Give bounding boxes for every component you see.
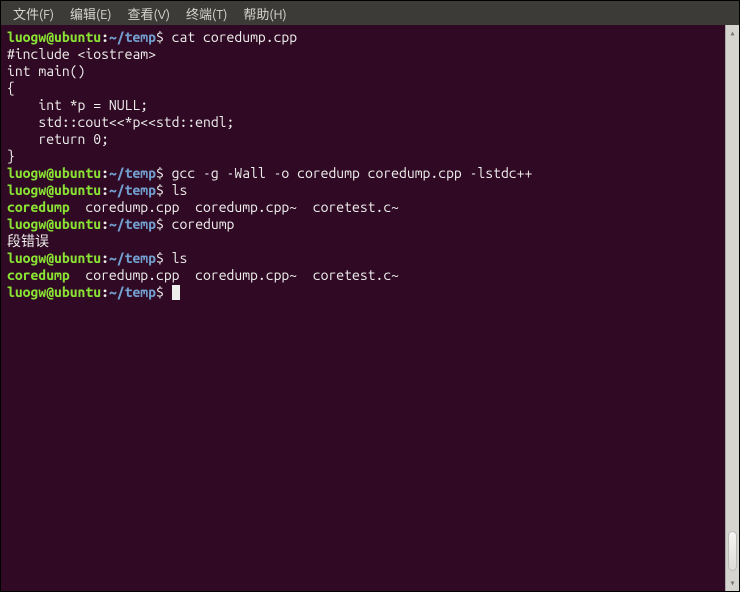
- ls-output: coredump.cpp coredump.cpp~ coretest.c~: [70, 199, 399, 215]
- command-text: [164, 284, 172, 300]
- command-text: cat coredump.cpp: [164, 29, 297, 45]
- prompt-dollar: $: [156, 29, 164, 45]
- executable-name: coredump: [7, 199, 70, 215]
- command-text: ls: [164, 182, 188, 198]
- prompt-path: ~/temp: [109, 29, 156, 45]
- terminal-line: 段错误: [7, 233, 719, 250]
- terminal-wrapper: luogw@ubuntu:~/temp$ cat coredump.cpp#in…: [1, 25, 739, 591]
- terminal-line: luogw@ubuntu:~/temp$ ls: [7, 250, 719, 267]
- prompt-dollar: $: [156, 284, 164, 300]
- prompt-user-host: luogw@ubuntu: [7, 250, 101, 266]
- terminal-line: luogw@ubuntu:~/temp$ cat coredump.cpp: [7, 29, 719, 46]
- menu-view[interactable]: 查看(V): [122, 2, 176, 25]
- prompt-sep: :: [101, 216, 109, 232]
- command-text: coredump: [164, 216, 235, 232]
- scrollbar[interactable]: ▴ ▾: [725, 25, 739, 591]
- prompt-dollar: $: [156, 250, 164, 266]
- cursor: [172, 285, 180, 300]
- menu-edit[interactable]: 编辑(E): [64, 2, 117, 25]
- prompt-sep: :: [101, 182, 109, 198]
- terminal-line: coredump coredump.cpp coredump.cpp~ core…: [7, 199, 719, 216]
- terminal-line: luogw@ubuntu:~/temp$: [7, 284, 719, 301]
- terminal-line: luogw@ubuntu:~/temp$ ls: [7, 182, 719, 199]
- executable-name: coredump: [7, 267, 70, 283]
- command-text: gcc -g -Wall -o coredump coredump.cpp -l…: [164, 165, 532, 181]
- menu-terminal[interactable]: 终端(T): [180, 2, 233, 25]
- prompt-sep: :: [101, 250, 109, 266]
- prompt-sep: :: [101, 165, 109, 181]
- prompt-sep: :: [101, 29, 109, 45]
- scroll-up-icon[interactable]: ▴: [728, 28, 738, 38]
- scroll-thumb[interactable]: [728, 531, 737, 571]
- prompt-user-host: luogw@ubuntu: [7, 216, 101, 232]
- menu-help[interactable]: 帮助(H): [237, 2, 292, 25]
- prompt-user-host: luogw@ubuntu: [7, 29, 101, 45]
- prompt-dollar: $: [156, 182, 164, 198]
- prompt-sep: :: [101, 284, 109, 300]
- prompt-path: ~/temp: [109, 165, 156, 181]
- prompt-user-host: luogw@ubuntu: [7, 284, 101, 300]
- command-text: ls: [164, 250, 188, 266]
- menu-file[interactable]: 文件(F): [7, 2, 60, 25]
- prompt-user-host: luogw@ubuntu: [7, 182, 101, 198]
- terminal-line: {: [7, 80, 719, 97]
- terminal-line: return 0;: [7, 131, 719, 148]
- terminal-line: luogw@ubuntu:~/temp$ coredump: [7, 216, 719, 233]
- menubar: 文件(F) 编辑(E) 查看(V) 终端(T) 帮助(H): [1, 1, 739, 25]
- prompt-dollar: $: [156, 165, 164, 181]
- scroll-down-icon[interactable]: ▾: [728, 578, 738, 588]
- terminal-line: }: [7, 148, 719, 165]
- terminal[interactable]: luogw@ubuntu:~/temp$ cat coredump.cpp#in…: [1, 25, 725, 591]
- prompt-path: ~/temp: [109, 284, 156, 300]
- scroll-track[interactable]: [726, 41, 739, 575]
- prompt-dollar: $: [156, 216, 164, 232]
- terminal-line: std::cout<<*p<<std::endl;: [7, 114, 719, 131]
- prompt-path: ~/temp: [109, 182, 156, 198]
- prompt-path: ~/temp: [109, 250, 156, 266]
- prompt-path: ~/temp: [109, 216, 156, 232]
- ls-output: coredump.cpp coredump.cpp~ coretest.c~: [70, 267, 399, 283]
- terminal-line: coredump coredump.cpp coredump.cpp~ core…: [7, 267, 719, 284]
- terminal-line: int *p = NULL;: [7, 97, 719, 114]
- terminal-line: luogw@ubuntu:~/temp$ gcc -g -Wall -o cor…: [7, 165, 719, 182]
- terminal-line: int main(): [7, 63, 719, 80]
- prompt-user-host: luogw@ubuntu: [7, 165, 101, 181]
- terminal-line: #include <iostream>: [7, 46, 719, 63]
